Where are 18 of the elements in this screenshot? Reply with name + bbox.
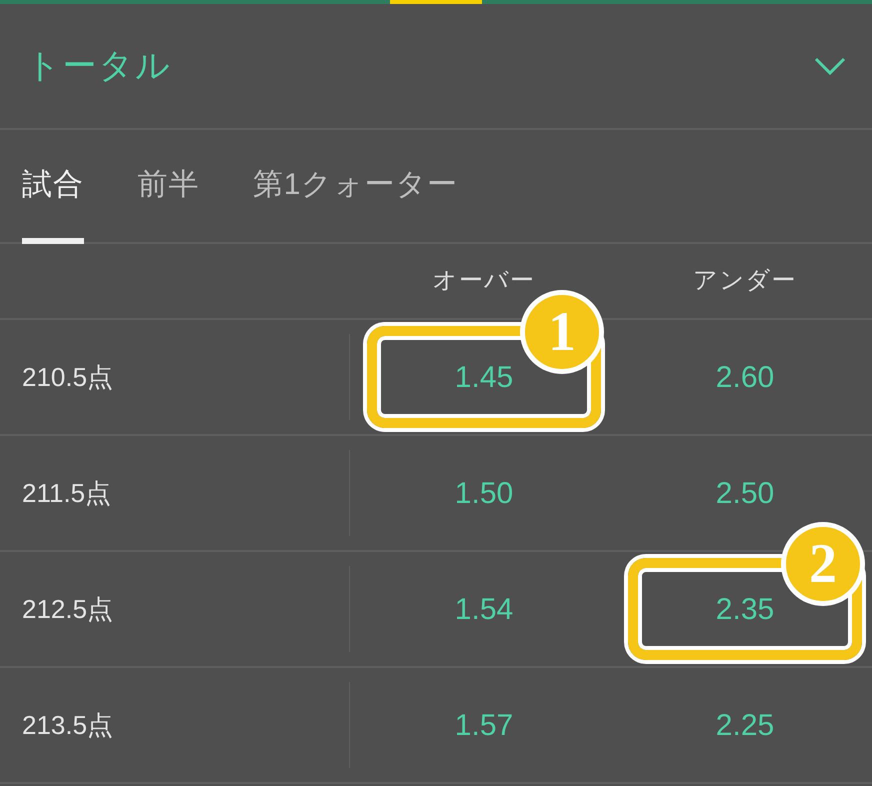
tab[interactable]: 前半: [138, 130, 199, 244]
odds-button[interactable]: 1.57: [438, 694, 530, 756]
chevron-icon[interactable]: [814, 56, 846, 76]
market-title: トータル: [26, 46, 172, 86]
tab[interactable]: 第1クォーター: [253, 130, 458, 244]
total-line: 213.5点: [22, 708, 114, 742]
odds-button[interactable]: 2.25: [700, 694, 790, 756]
total-line: 212.5点: [22, 592, 114, 626]
callout-badge: 1: [520, 290, 604, 374]
column-header: アンダー: [692, 266, 798, 296]
odds-button[interactable]: 2.60: [700, 346, 790, 408]
callout-badge: 2: [781, 522, 865, 606]
total-line: 211.5点: [22, 476, 112, 510]
odds-button[interactable]: 2.50: [700, 462, 790, 524]
tab[interactable]: 試合: [22, 130, 84, 244]
odds-button[interactable]: 1.54: [438, 578, 530, 640]
odds-button[interactable]: 1.50: [438, 462, 530, 524]
total-line: 210.5点: [22, 360, 114, 394]
